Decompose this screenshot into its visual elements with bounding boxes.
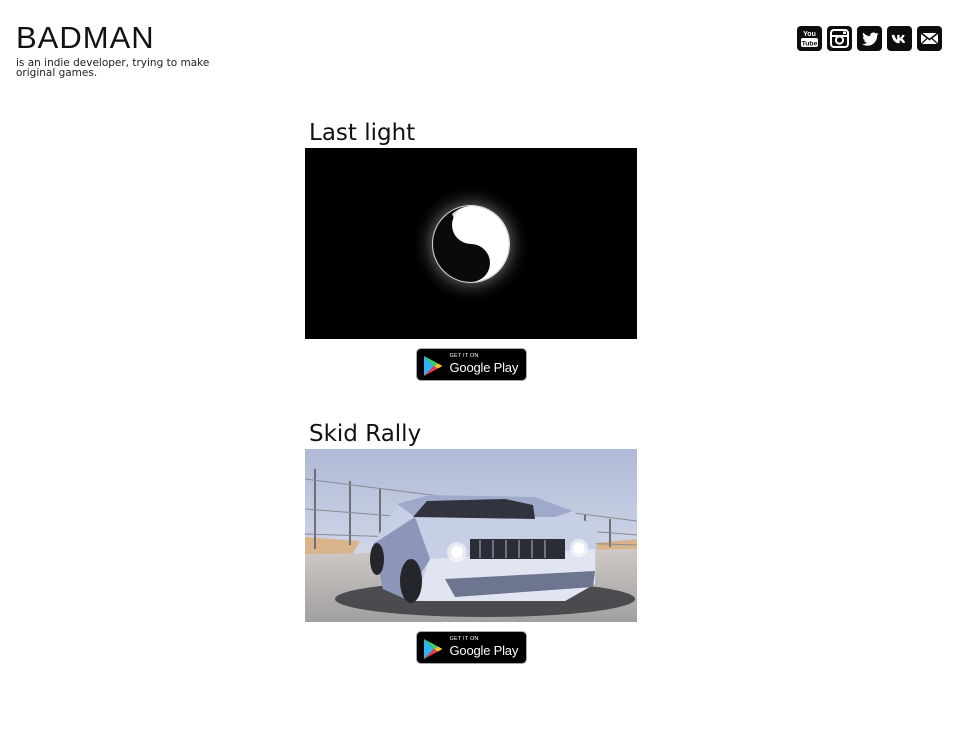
twitter-icon bbox=[861, 31, 879, 46]
game-title: Last light bbox=[309, 120, 416, 146]
brand-block: BADMAN is an indie developer, trying to … bbox=[16, 20, 231, 78]
vk-icon bbox=[891, 34, 905, 43]
instagram-link[interactable] bbox=[827, 26, 852, 51]
game-title: Skid Rally bbox=[309, 421, 422, 447]
google-play-button[interactable]: GET IT ON Google Play bbox=[415, 631, 527, 664]
google-play-big-label: Google Play bbox=[449, 643, 519, 658]
game-screenshot-skid-rally[interactable] bbox=[305, 449, 637, 622]
vk-link[interactable] bbox=[887, 26, 912, 51]
social-links: You Tube bbox=[797, 26, 942, 51]
email-link[interactable] bbox=[917, 26, 942, 51]
google-play-logo-icon bbox=[423, 639, 442, 659]
youtube-link[interactable]: You Tube bbox=[797, 26, 822, 51]
youtube-icon-label-you: You bbox=[803, 31, 816, 38]
game-card-last-light: Last light GET IT ON Google Play bbox=[305, 119, 637, 381]
google-play-logo-icon bbox=[423, 356, 442, 376]
youtube-icon: You Tube bbox=[801, 31, 818, 47]
game-card-skid-rally: Skid Rally GET IT ON Google Play bbox=[305, 420, 637, 664]
instagram-icon bbox=[830, 29, 849, 48]
game-screenshot-last-light[interactable] bbox=[305, 148, 637, 339]
google-play-small-label: GET IT ON bbox=[449, 353, 479, 359]
twitter-link[interactable] bbox=[857, 26, 882, 51]
site-title: BADMAN bbox=[16, 20, 155, 55]
site-tagline: is an indie developer, trying to make or… bbox=[16, 57, 210, 79]
youtube-icon-label-tube: Tube bbox=[802, 40, 818, 47]
google-play-big-label: Google Play bbox=[449, 360, 519, 375]
google-play-small-label: GET IT ON bbox=[449, 636, 479, 642]
google-play-button[interactable]: GET IT ON Google Play bbox=[415, 348, 527, 381]
email-icon bbox=[920, 32, 939, 45]
